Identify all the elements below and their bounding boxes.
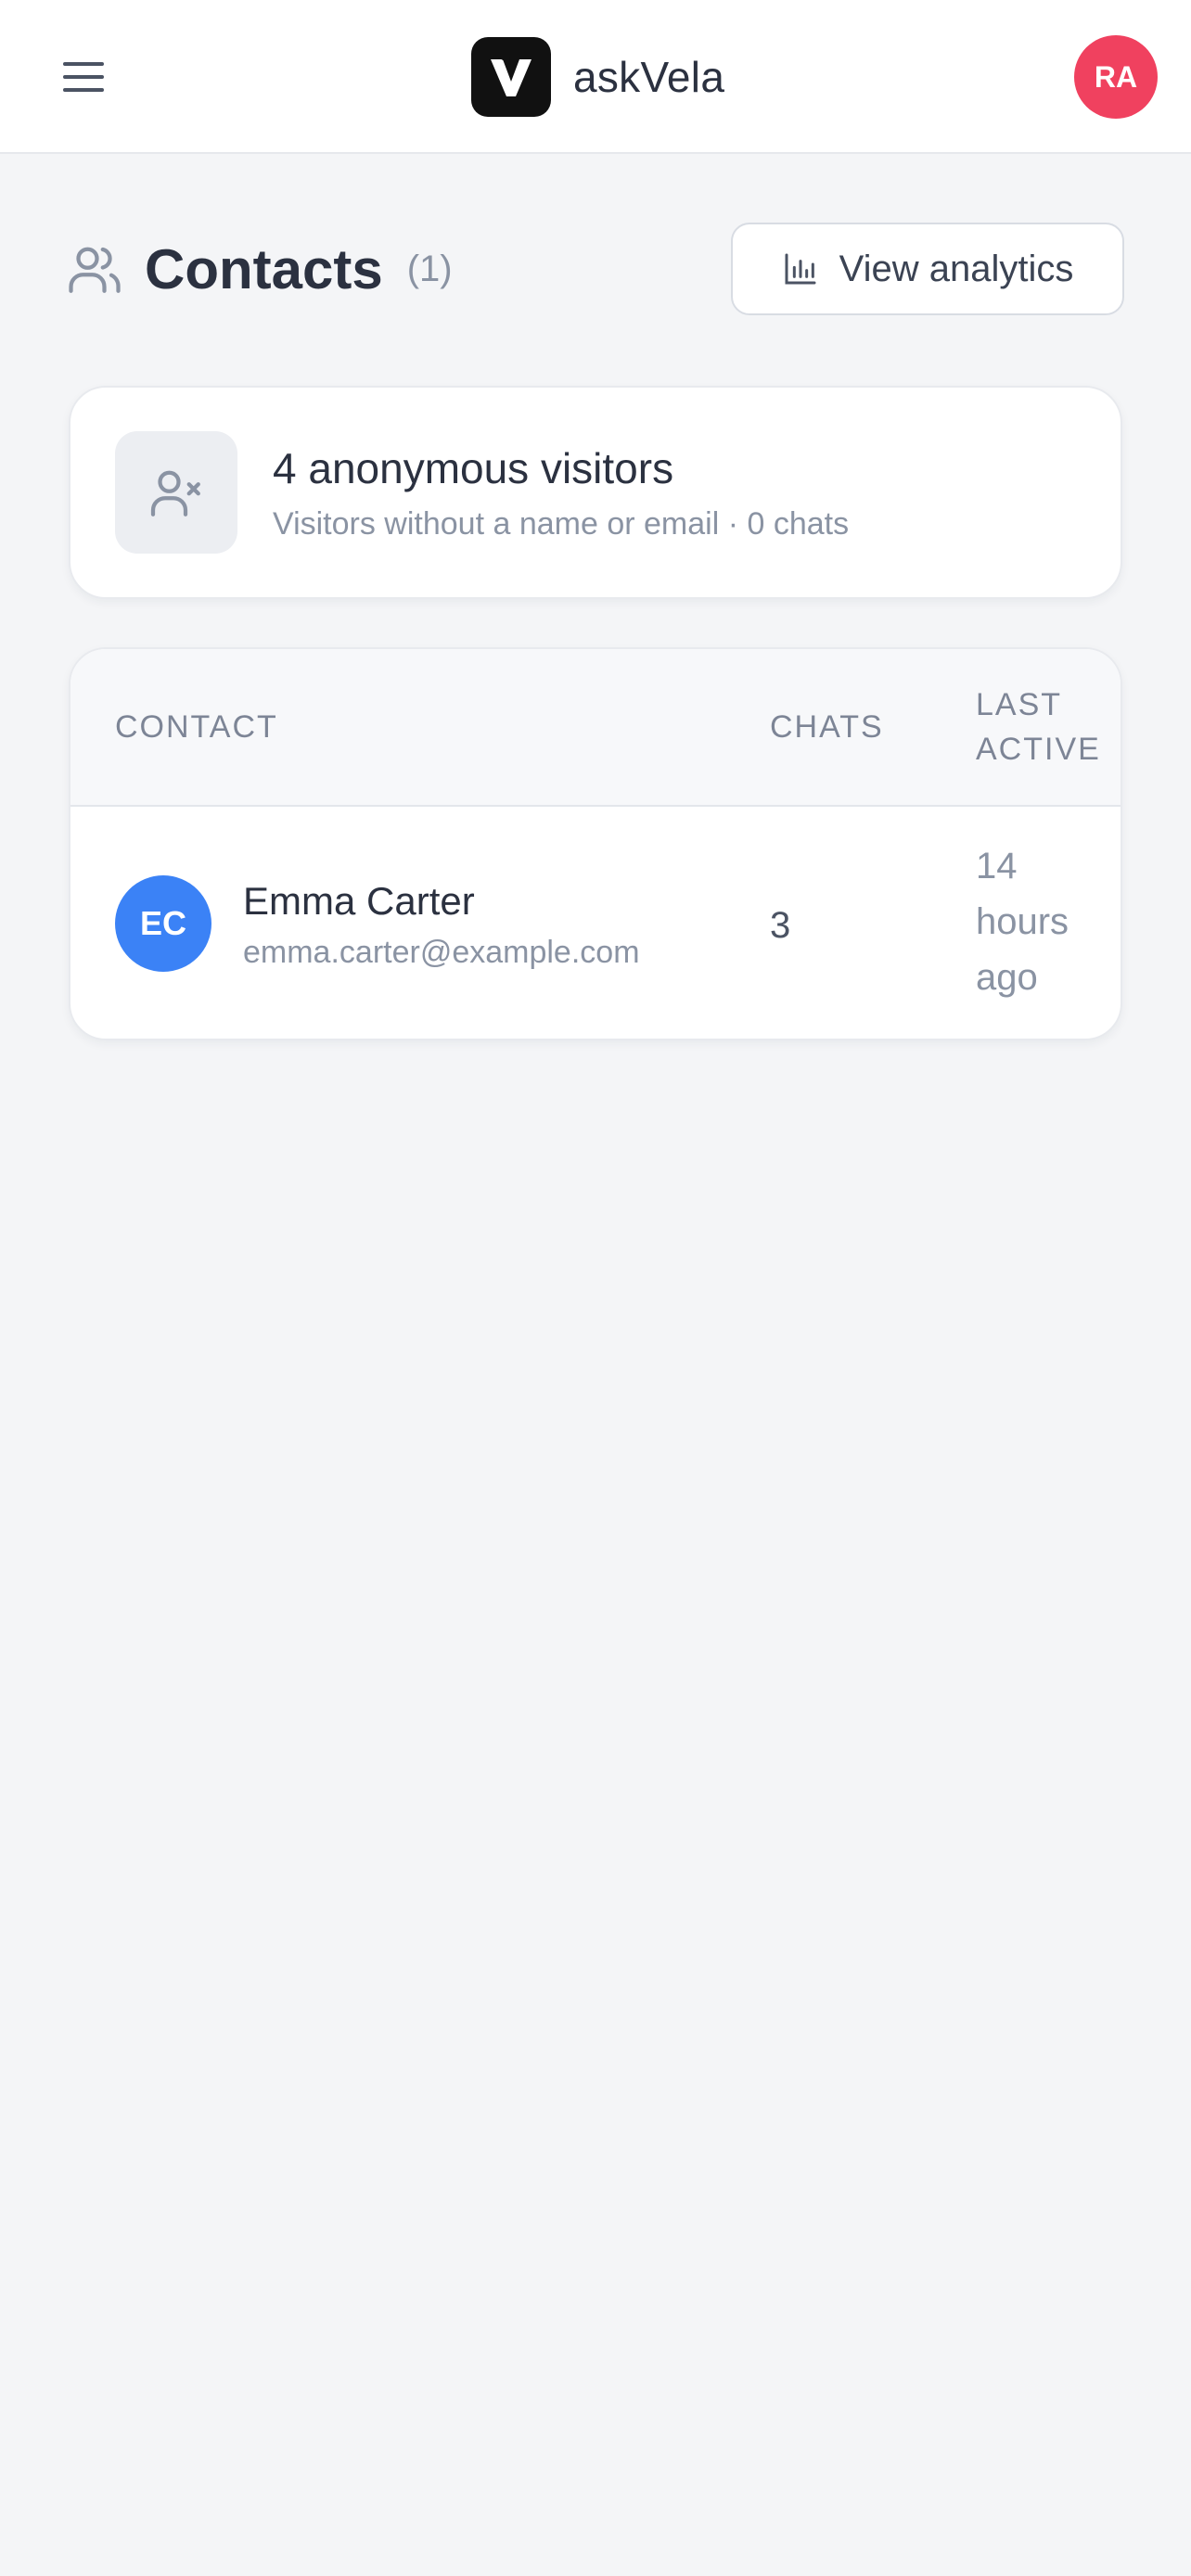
table-row[interactable]: EC Emma Carter emma.carter@example.com 3…: [70, 809, 1121, 1039]
anonymous-title: 4 anonymous visitors: [273, 443, 674, 492]
hamburger-menu-icon: [63, 62, 104, 92]
user-avatar[interactable]: RA: [1074, 35, 1158, 119]
column-header-last-active[interactable]: Last active: [976, 682, 1115, 772]
page-header: Contacts (1) View analytics: [67, 223, 1124, 315]
bar-chart-icon: [785, 253, 816, 285]
contact-email: emma.carter@example.com: [243, 935, 640, 970]
contact-name: Emma Carter: [243, 879, 475, 923]
brand-name: askVela: [573, 53, 725, 101]
top-bar: askVela RA: [0, 0, 1191, 154]
column-header-chats[interactable]: Chats: [770, 705, 884, 749]
brand[interactable]: askVela: [471, 37, 724, 117]
users-icon: [67, 241, 122, 297]
contacts-table: Contact Chats Last active EC Emma Carter…: [69, 647, 1122, 1040]
title-group: Contacts (1): [67, 223, 453, 315]
column-header-contact[interactable]: Contact: [115, 705, 278, 749]
contact-last-active: 14 hours ago: [976, 846, 1069, 998]
anonymous-icon-box: [115, 431, 237, 554]
contact-count: (1): [406, 248, 453, 289]
menu-button[interactable]: [46, 43, 121, 111]
contact-chats-count: 3: [770, 905, 791, 946]
anonymous-subtitle: Visitors without a name or email · 0 cha…: [273, 505, 850, 542]
view-analytics-label: View analytics: [839, 248, 1074, 289]
page-title: Contacts: [145, 237, 383, 300]
contact-avatar: EC: [115, 875, 211, 972]
table-header: Contact Chats Last active: [70, 649, 1121, 807]
anonymous-visitors-card[interactable]: 4 anonymous visitors Visitors without a …: [69, 386, 1122, 599]
anonymous-text: 4 anonymous visitors Visitors without a …: [273, 443, 849, 542]
view-analytics-button[interactable]: View analytics: [731, 223, 1124, 315]
vela-v-logo-icon: [471, 37, 551, 117]
user-x-icon: [150, 470, 200, 516]
